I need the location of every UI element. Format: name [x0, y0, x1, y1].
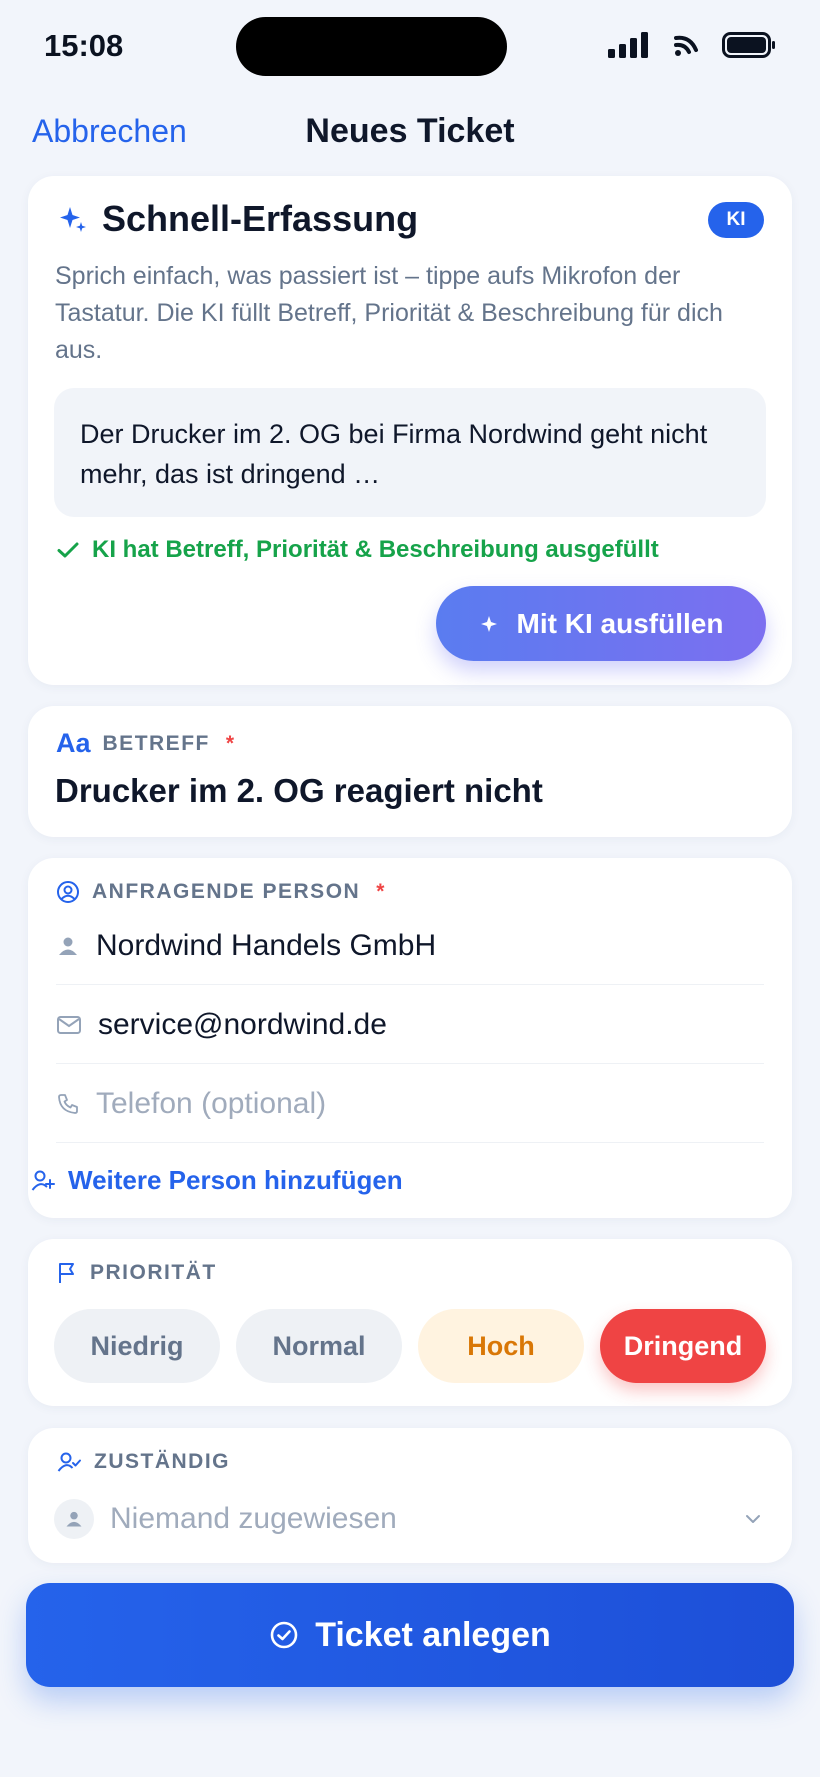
phone-icon	[58, 1093, 78, 1114]
check-circle-icon	[270, 1621, 298, 1649]
requester-label-row: ANFRAGENDE PERSON *	[56, 880, 386, 904]
sparkle-icon	[60, 207, 86, 232]
assignee-label: ZUSTÄNDIG	[94, 1450, 230, 1473]
mail-icon	[57, 1015, 81, 1034]
cancel-button[interactable]: Abbrechen	[32, 113, 187, 150]
priority-options: Niedrig Normal Hoch Dringend	[54, 1309, 766, 1383]
quick-capture-description: Sprich einfach, was passiert ist – tippe…	[55, 262, 723, 364]
create-ticket-button[interactable]: Ticket anlegen	[26, 1583, 794, 1687]
subject-label-row: Aa BETREFF *	[56, 728, 236, 759]
required-marker: *	[376, 880, 386, 903]
priority-option-low[interactable]: Niedrig	[54, 1309, 220, 1383]
add-person-label: Weitere Person hinzufügen	[68, 1165, 403, 1195]
dynamic-island	[236, 17, 507, 76]
ai-success-message: KI hat Betreff, Priorität & Beschreibung…	[56, 536, 659, 564]
text-format-icon: Aa	[56, 728, 91, 758]
requester-card: ANFRAGENDE PERSON * Nordwind Handels Gmb…	[28, 858, 792, 1218]
priority-label: PRIORITÄT	[90, 1261, 217, 1284]
status-time: 15:08	[44, 28, 124, 63]
ai-success-text: KI hat Betreff, Priorität & Beschreibung…	[92, 536, 659, 563]
priority-option-urgent[interactable]: Dringend	[600, 1309, 766, 1383]
requester-phone-placeholder: Telefon (optional)	[96, 1086, 327, 1120]
create-ticket-label: Ticket anlegen	[315, 1615, 551, 1654]
requester-label: ANFRAGENDE PERSON	[92, 880, 361, 903]
priority-option-high[interactable]: Hoch	[418, 1309, 584, 1383]
requester-email-field[interactable]: service@nordwind.de	[56, 986, 764, 1064]
user-plus-icon	[31, 1170, 55, 1191]
person-icon	[66, 1511, 82, 1527]
quick-capture-header: Schnell-Erfassung	[58, 198, 418, 240]
assignee-label-row: ZUSTÄNDIG	[56, 1450, 230, 1474]
checkmark-icon	[57, 542, 79, 558]
quick-capture-title: Schnell-Erfassung	[102, 198, 419, 239]
person-icon	[59, 937, 77, 955]
requester-email-value: service@nordwind.de	[98, 1007, 387, 1041]
priority-label-row: PRIORITÄT	[56, 1261, 217, 1285]
add-person-button[interactable]: Weitere Person hinzufügen	[30, 1165, 403, 1196]
status-icons	[608, 32, 776, 58]
ki-badge: KI	[708, 202, 764, 238]
requester-name-field[interactable]: Nordwind Handels GmbH	[56, 907, 764, 985]
fill-with-ai-label: Mit KI ausfüllen	[516, 607, 724, 639]
cellular-signal-icon	[608, 32, 648, 58]
subject-input[interactable]: Drucker im 2. OG reagiert nicht	[55, 772, 543, 810]
user-check-icon	[57, 1452, 81, 1472]
assignee-select[interactable]: Niemand zugewiesen	[54, 1494, 764, 1544]
subject-label: BETREFF	[102, 731, 210, 755]
chevron-down-icon	[746, 1515, 760, 1523]
assignee-card[interactable]: ZUSTÄNDIG Niemand zugewiesen	[28, 1428, 792, 1563]
assignee-placeholder: Niemand zugewiesen	[110, 1502, 397, 1535]
wifi-icon	[674, 35, 698, 56]
flag-icon	[59, 1263, 74, 1283]
screen: 15:08 Neues Ticket Abbrechen Schnell-Erf…	[0, 0, 820, 1777]
requester-phone-field[interactable]: Telefon (optional)	[56, 1065, 764, 1143]
fill-with-ai-button[interactable]: Mit KI ausfüllen	[436, 586, 766, 661]
subject-card[interactable]: Aa BETREFF * Drucker im 2. OG reagiert n…	[28, 706, 792, 837]
quick-capture-card: Schnell-Erfassung KI Sprich einfach, was…	[28, 176, 792, 685]
user-circle-icon	[57, 881, 79, 903]
priority-card: PRIORITÄT Niedrig Normal Hoch Dringend	[28, 1239, 792, 1406]
requester-name-value: Nordwind Handels GmbH	[96, 928, 437, 962]
avatar	[54, 1499, 94, 1539]
required-marker: *	[225, 731, 236, 755]
battery-icon	[722, 32, 775, 58]
priority-option-normal[interactable]: Normal	[236, 1309, 402, 1383]
dictation-textarea[interactable]: Der Drucker im 2. OG bei Firma Nordwind …	[54, 388, 766, 517]
sparkle-icon	[480, 615, 497, 632]
